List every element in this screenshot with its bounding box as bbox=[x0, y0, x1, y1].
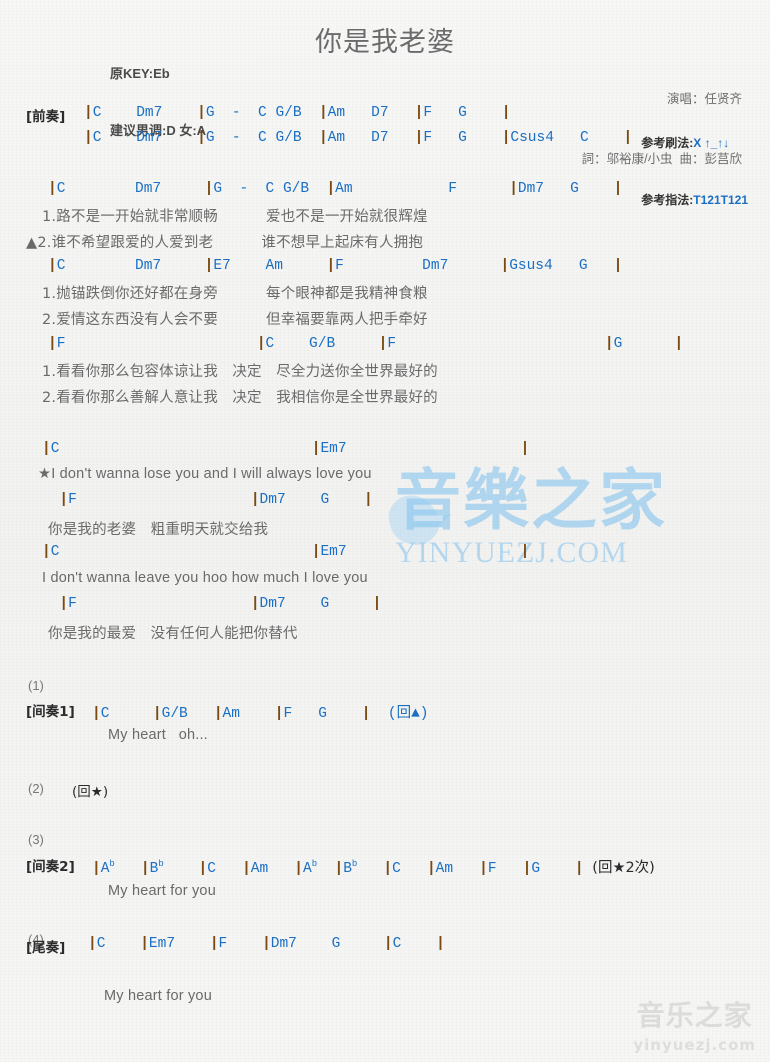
lyric-line-verse2-b: 2.爱情这东西没有人会不要 但幸福要靠两人把手牵好 bbox=[42, 312, 428, 328]
lyric-line-chorus-4: 你是我的最爱 没有任何人能把你替代 bbox=[48, 626, 298, 642]
chord-line-chorus-4: |F |Dm7 G | bbox=[59, 596, 382, 612]
section-number-2: (2) bbox=[28, 781, 44, 796]
fingering-pattern-label: 参考指法: bbox=[641, 193, 694, 207]
chord-line-interlude2: |Ab |Bb |C |Am |Ab |Bb |C |Am |F |G | (回… bbox=[92, 859, 655, 877]
section-tag-interlude1: [间奏1] bbox=[26, 704, 75, 720]
section-number-3: (3) bbox=[28, 832, 44, 847]
section-tag-interlude2: [间奏2] bbox=[26, 859, 75, 875]
lyric-line-verse2-a: 1.抛锚跌倒你还好都在身旁 每个眼神都是我精神食粮 bbox=[42, 286, 428, 302]
fingering-pattern-value: T121T121 bbox=[693, 193, 748, 207]
section-tag-outro: [尾奏] bbox=[26, 940, 66, 956]
chord-line-verse3: |F |C G/B |F |G | bbox=[48, 336, 684, 352]
section-tag-intro: [前奏] bbox=[26, 109, 66, 125]
lyric-line-chorus-1: ★I don't wanna lose you and I will alway… bbox=[38, 466, 372, 482]
lyric-line-chorus-3: I don't wanna leave you hoo how much I l… bbox=[42, 570, 368, 586]
strum-pattern-label: 参考刷法: bbox=[641, 136, 694, 150]
chord-line-chorus-3: |C |Em7 | bbox=[42, 544, 530, 560]
lyric-line-interlude1: My heart oh... bbox=[108, 727, 208, 743]
chord-line-interlude1: |C |G/B |Am |F G | (回▲) bbox=[92, 706, 429, 722]
lyric-line-outro: My heart for you bbox=[104, 988, 212, 1004]
repeat-marker-star: (回★) bbox=[72, 784, 109, 800]
chord-line-chorus-1: |C |Em7 | bbox=[42, 441, 530, 457]
chord-line-outro: |C |Em7 |F |Dm7 G |C | bbox=[88, 936, 445, 952]
lyric-line-verse1-a: 1.路不是一开始就非常顺畅 爱也不是一开始就很辉煌 bbox=[42, 209, 428, 225]
strum-pattern-row: 参考刷法:X ↑_↑↓ bbox=[641, 134, 748, 153]
lyric-line-verse3-b: 2.看看你那么善解人意让我 决定 我相信你是全世界最好的 bbox=[42, 390, 438, 406]
lyric-line-interlude2: My heart for you bbox=[108, 883, 216, 899]
lyric-line-chorus-2: 你是我的老婆 粗重明天就交给我 bbox=[48, 522, 269, 538]
chord-sheet: 原KEY:Eb 建议男调:D 女:A 你是我老婆 演唱：任贤齐 詞：邬裕康/小虫… bbox=[0, 0, 770, 1062]
chord-line-verse2: |C Dm7 |E7 Am |F Dm7 |Gsus4 G | bbox=[48, 258, 623, 274]
chord-line-intro-1: |C Dm7 |G - C G/B |Am D7 |F G | bbox=[84, 105, 511, 121]
original-key: 原KEY:Eb bbox=[110, 66, 170, 81]
chord-line-intro-2: |C Dm7 |G - C G/B |Am D7 |F G |Csus4 C | bbox=[84, 130, 633, 146]
lyric-line-verse3-a: 1.看看你那么包容体谅让我 决定 尽全力送你全世界最好的 bbox=[42, 364, 438, 380]
fingering-pattern-row: 参考指法:T121T121 bbox=[641, 191, 748, 210]
section-number-1: (1) bbox=[28, 678, 44, 693]
reference-pattern-block: 参考刷法:X ↑_↑↓ 参考指法:T121T121 bbox=[641, 96, 748, 248]
lyric-line-verse1-b: ▲2.谁不希望跟爱的人爱到老 谁不想早上起床有人拥抱 bbox=[26, 235, 424, 251]
chord-line-verse1: |C Dm7 |G - C G/B |Am F |Dm7 G | bbox=[48, 181, 623, 197]
chord-line-chorus-2: |F |Dm7 G | bbox=[59, 492, 373, 508]
strum-pattern-value: X ↑_↑↓ bbox=[693, 136, 730, 150]
